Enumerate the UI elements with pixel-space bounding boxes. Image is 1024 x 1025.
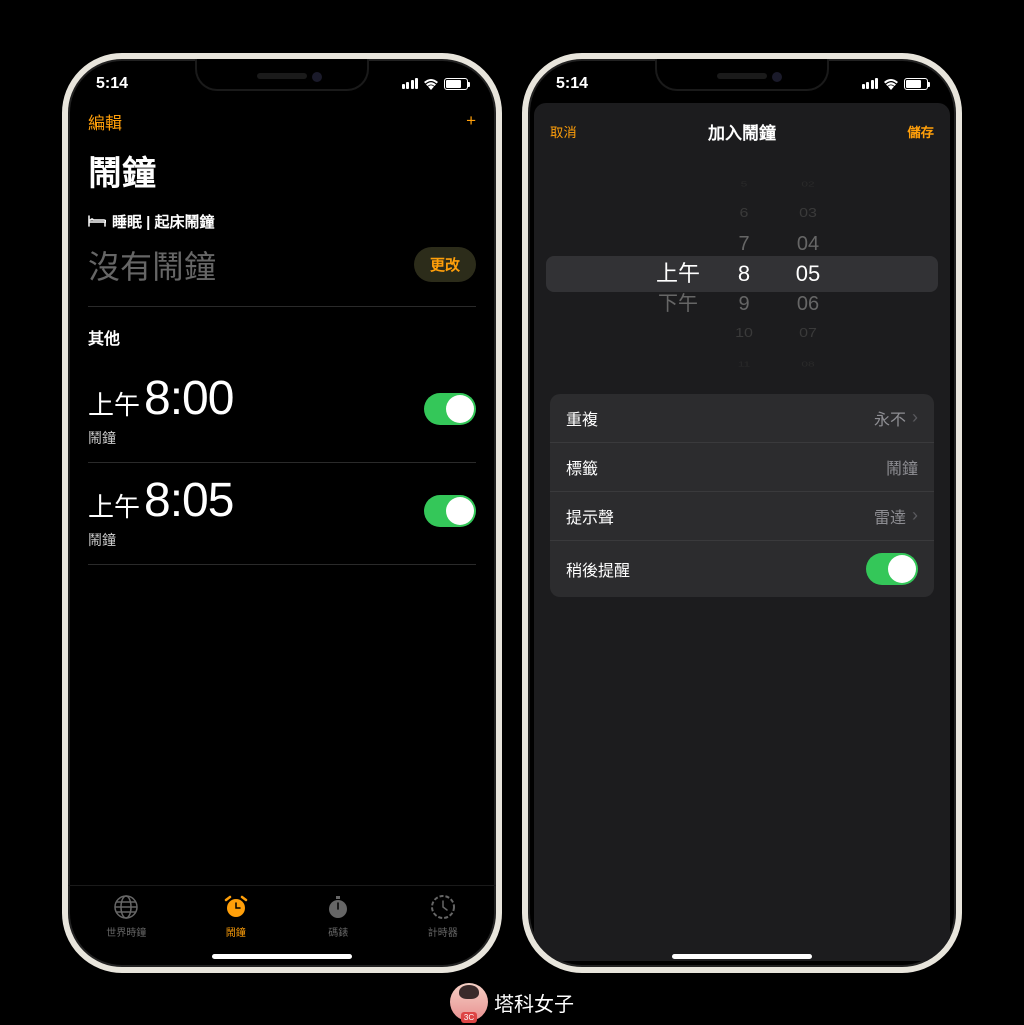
- alarm-ampm: 上午: [88, 487, 140, 524]
- alarm-settings-group: 重複 永不 › 標籤 鬧鐘 提示聲 雷達 › 稍後提醒: [550, 394, 934, 597]
- label-label: 標籤: [566, 455, 598, 479]
- navbar: 編輯 +: [88, 101, 476, 142]
- sound-row[interactable]: 提示聲 雷達 ›: [550, 492, 934, 541]
- time-picker[interactable]: 上午 下午 5 6 7 8 9 10 11 02: [534, 174, 950, 374]
- wifi-icon: [883, 78, 899, 90]
- snooze-row: 稍後提醒: [550, 541, 934, 597]
- alarm-hhmm: 8:05: [144, 473, 233, 528]
- alarm-time-block: 上午 8:00 鬧鐘: [88, 371, 233, 448]
- tab-stopwatch[interactable]: 碼錶: [325, 894, 351, 939]
- alarm-label: 鬧鐘: [88, 428, 233, 448]
- globe-icon: [113, 894, 139, 920]
- edit-button[interactable]: 編輯: [88, 109, 122, 134]
- picker-minute-column[interactable]: 02 03 04 05 06 07 08: [788, 174, 828, 374]
- bed-icon: [88, 215, 106, 227]
- cancel-button[interactable]: 取消: [550, 122, 577, 141]
- tab-alarm[interactable]: 鬧鐘: [223, 894, 249, 939]
- change-button[interactable]: 更改: [414, 247, 476, 282]
- tab-label: 碼錶: [328, 924, 348, 939]
- label-row[interactable]: 標籤 鬧鐘: [550, 443, 934, 492]
- speaker-slot: [257, 73, 307, 79]
- page-title: 鬧鐘: [88, 146, 476, 195]
- label-value: 鬧鐘: [886, 455, 918, 479]
- alarm-ampm: 上午: [88, 385, 140, 422]
- sleep-section-header: 睡眠 | 起床鬧鐘: [88, 211, 476, 232]
- picker-ampm-column[interactable]: 上午 下午: [656, 174, 700, 374]
- wifi-icon: [423, 78, 439, 90]
- watermark-avatar-icon: 3C: [450, 983, 488, 1021]
- no-alarm-text: 沒有鬧鐘: [88, 242, 216, 288]
- alarm-toggle[interactable]: [424, 495, 476, 527]
- alarm-item[interactable]: 上午 8:00 鬧鐘: [88, 361, 476, 463]
- add-alarm-modal: 取消 加入鬧鐘 儲存 上午 下午 5 6 7: [534, 103, 950, 961]
- modal-navbar: 取消 加入鬧鐘 儲存: [534, 103, 950, 144]
- battery-icon: [444, 78, 468, 90]
- repeat-label: 重複: [566, 406, 598, 430]
- snooze-label: 稍後提醒: [566, 557, 630, 581]
- home-indicator[interactable]: [672, 954, 812, 959]
- alarm-clock-icon: [223, 894, 249, 920]
- picker-hour-column[interactable]: 5 6 7 8 9 10 11: [724, 174, 764, 374]
- phone-right: 5:14 取消 加入鬧鐘 儲存 上午 下午: [522, 53, 962, 973]
- alarm-toggle[interactable]: [424, 393, 476, 425]
- sound-label: 提示聲: [566, 504, 614, 528]
- phone-left: 5:14 編輯 + 鬧鐘 睡眠 | 起床鬧鐘 沒有鬧鐘 更改 其他: [62, 53, 502, 973]
- tab-world-clock[interactable]: 世界時鐘: [106, 894, 146, 939]
- sleep-section-label: 睡眠 | 起床鬧鐘: [112, 211, 215, 232]
- add-alarm-screen: 5:14 取消 加入鬧鐘 儲存 上午 下午: [528, 59, 956, 967]
- watermark-badge: 3C: [461, 1012, 477, 1023]
- watermark-text: 塔科女子: [494, 988, 574, 1017]
- alarm-list-screen: 5:14 編輯 + 鬧鐘 睡眠 | 起床鬧鐘 沒有鬧鐘 更改 其他: [68, 59, 496, 967]
- other-section-label: 其他: [88, 325, 476, 349]
- picker-ampm-selected: 上午: [656, 259, 700, 289]
- signal-icon: [402, 78, 419, 89]
- stopwatch-icon: [325, 894, 351, 920]
- timer-icon: [430, 894, 456, 920]
- speaker-slot: [717, 73, 767, 79]
- status-time: 5:14: [556, 75, 588, 93]
- picker-minute-selected: 05: [796, 259, 820, 289]
- alarm-hhmm: 8:00: [144, 371, 233, 426]
- picker-hour-selected: 8: [738, 259, 750, 289]
- signal-icon: [862, 78, 879, 89]
- add-alarm-button[interactable]: +: [466, 111, 476, 131]
- content: 編輯 + 鬧鐘 睡眠 | 起床鬧鐘 沒有鬧鐘 更改 其他 上午 8:00: [68, 93, 496, 885]
- alarm-label: 鬧鐘: [88, 530, 233, 550]
- status-right: [402, 75, 469, 93]
- status-right: [862, 75, 929, 93]
- snooze-toggle[interactable]: [866, 553, 918, 585]
- alarm-time-block: 上午 8:05 鬧鐘: [88, 473, 233, 550]
- repeat-row[interactable]: 重複 永不 ›: [550, 394, 934, 443]
- battery-icon: [904, 78, 928, 90]
- chevron-right-icon: ›: [912, 407, 918, 428]
- tab-label: 計時器: [428, 924, 458, 939]
- tab-label: 世界時鐘: [106, 924, 146, 939]
- alarm-item[interactable]: 上午 8:05 鬧鐘: [88, 463, 476, 565]
- no-alarm-row: 沒有鬧鐘 更改: [88, 242, 476, 307]
- tab-label: 鬧鐘: [226, 924, 246, 939]
- tab-timer[interactable]: 計時器: [428, 894, 458, 939]
- chevron-right-icon: ›: [912, 505, 918, 526]
- home-indicator[interactable]: [212, 954, 352, 959]
- modal-title: 加入鬧鐘: [708, 119, 776, 144]
- status-time: 5:14: [96, 75, 128, 93]
- save-button[interactable]: 儲存: [907, 122, 934, 141]
- sound-value: 雷達: [874, 504, 906, 528]
- watermark: 3C 塔科女子: [450, 983, 574, 1021]
- repeat-value: 永不: [874, 406, 906, 430]
